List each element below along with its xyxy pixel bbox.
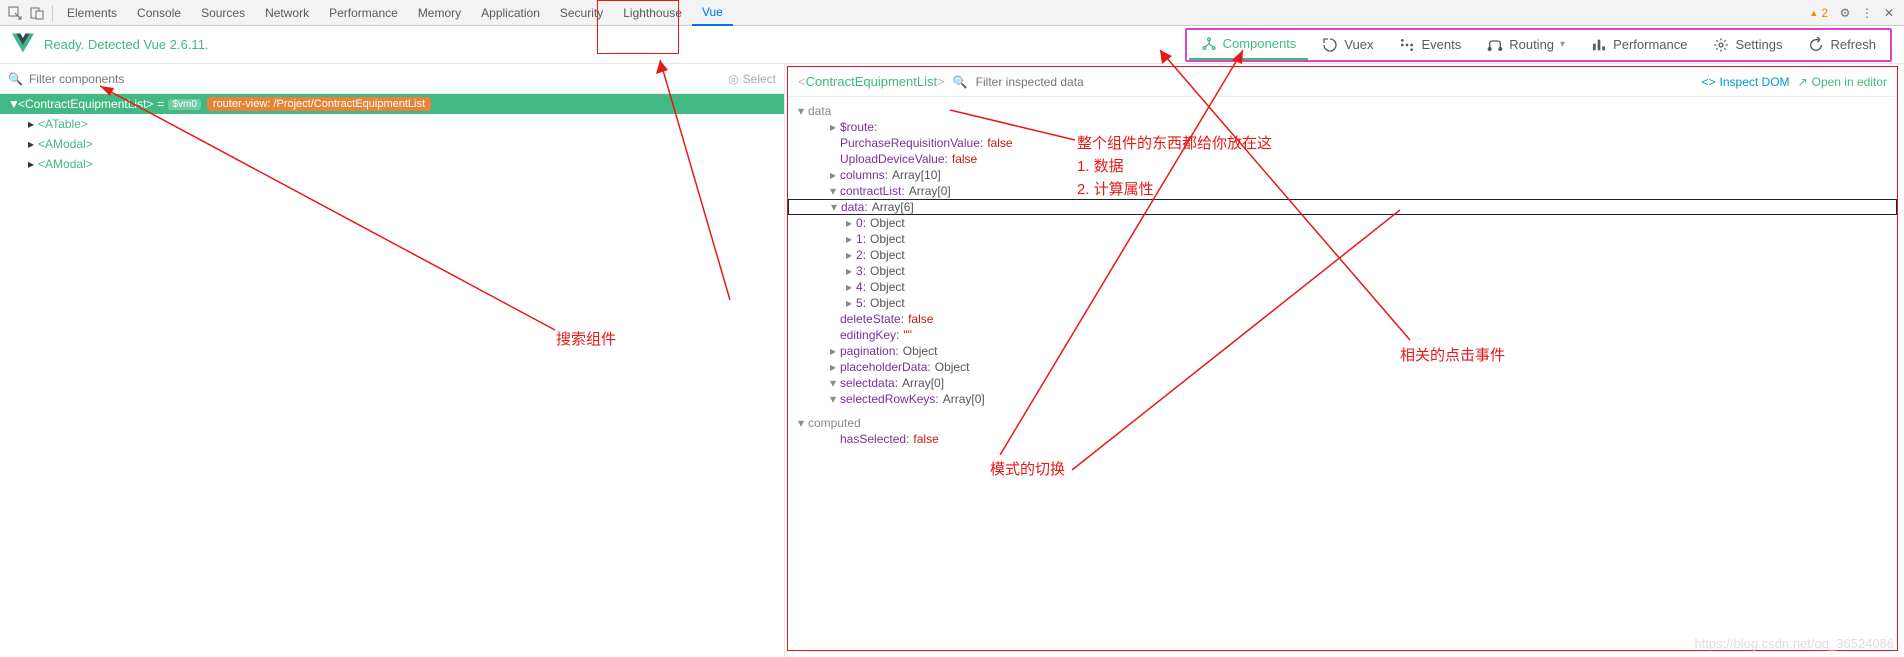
inspector-pane: <ContractEquipmentList> 🔍 <>Inspect DOM … (787, 66, 1898, 651)
data-tree-row[interactable]: ▸4:Object (788, 279, 1897, 295)
caret-right-icon: ▸ (28, 117, 38, 131)
open-editor-button[interactable]: ↗Open in editor (1798, 75, 1887, 89)
vue-mode-switcher: Components Vuex Events Routing▾ Performa… (1185, 28, 1892, 62)
mode-settings[interactable]: Settings (1701, 30, 1794, 60)
computed-section-header[interactable]: ▾computed (788, 415, 1897, 431)
tab-elements[interactable]: Elements (57, 0, 127, 26)
data-tree-row[interactable]: ▸5:Object (788, 295, 1897, 311)
tab-sources[interactable]: Sources (191, 0, 255, 26)
filter-components-row: 🔍 ◎Select (0, 64, 784, 94)
device-toggle-icon[interactable] (26, 2, 48, 24)
data-tree-row[interactable]: ▾contractList:Array[0] (788, 183, 1897, 199)
filter-inspected-input[interactable] (976, 75, 1694, 89)
data-tree-row[interactable]: ▸pagination:Object (788, 343, 1897, 359)
tab-network[interactable]: Network (255, 0, 319, 26)
chevron-down-icon: ▾ (1560, 39, 1565, 50)
data-tree: ▾data ▸$route:PurchaseRequisitionValue:f… (788, 97, 1897, 650)
data-tree-row[interactable]: ▾data:Array[6] (788, 199, 1897, 215)
mode-refresh[interactable]: Refresh (1796, 30, 1888, 60)
watermark: https://blog.csdn.net/qq_36524086 (1695, 636, 1895, 651)
data-tree-row[interactable]: editingKey:"" (788, 327, 1897, 343)
tree-child[interactable]: ▸<AModal> (0, 154, 784, 174)
data-tree-row[interactable]: PurchaseRequisitionValue:false (788, 135, 1897, 151)
tab-security[interactable]: Security (550, 0, 613, 26)
tab-console[interactable]: Console (127, 0, 191, 26)
search-icon: 🔍 (953, 75, 968, 89)
vue-logo-icon (12, 32, 34, 57)
vue-status-text: Ready. Detected Vue 2.6.11. (44, 37, 209, 52)
data-tree-row[interactable]: ▸0:Object (788, 215, 1897, 231)
devtools-tab-strip: Elements Console Sources Network Perform… (0, 0, 1904, 26)
data-tree-row[interactable]: ▾selectdata:Array[0] (788, 375, 1897, 391)
tab-memory[interactable]: Memory (408, 0, 471, 26)
tab-vue[interactable]: Vue (692, 0, 733, 26)
data-tree-row[interactable]: ▸placeholderData:Object (788, 359, 1897, 375)
data-tree-row[interactable]: hasSelected:false (788, 431, 1897, 447)
data-tree-row[interactable]: ▸$route: (788, 119, 1897, 135)
data-section-header[interactable]: ▾data (788, 103, 1897, 119)
tab-performance[interactable]: Performance (319, 0, 408, 26)
tree-root-component[interactable]: ▼ <ContractEquipmentList> = $vm0 router-… (0, 94, 784, 114)
mode-components[interactable]: Components (1189, 30, 1309, 60)
tree-child[interactable]: ▸<ATable> (0, 114, 784, 134)
filter-components-input[interactable] (29, 72, 728, 86)
mode-events[interactable]: Events (1387, 30, 1473, 60)
settings-gear-icon[interactable]: ⚙ (1834, 2, 1856, 24)
component-tree-pane: 🔍 ◎Select ▼ <ContractEquipmentList> = $v… (0, 64, 785, 657)
warnings-badge[interactable]: 2 (1809, 6, 1828, 20)
mode-vuex[interactable]: Vuex (1310, 30, 1385, 60)
data-tree-row[interactable]: UploadDeviceValue:false (788, 151, 1897, 167)
inspect-dom-button[interactable]: <>Inspect DOM (1702, 75, 1790, 89)
data-tree-row[interactable]: ▸1:Object (788, 231, 1897, 247)
target-icon: ◎ (728, 72, 738, 86)
tab-lighthouse[interactable]: Lighthouse (613, 0, 692, 26)
code-icon: <> (1702, 75, 1716, 89)
mode-routing[interactable]: Routing▾ (1475, 30, 1577, 60)
data-tree-row[interactable]: ▾selectedRowKeys:Array[0] (788, 391, 1897, 407)
inspector-header: <ContractEquipmentList> 🔍 <>Inspect DOM … (788, 67, 1897, 97)
inspected-component-name: <ContractEquipmentList> (798, 74, 945, 90)
data-tree-row[interactable]: ▸columns:Array[10] (788, 167, 1897, 183)
inspect-icon[interactable] (4, 2, 26, 24)
caret-down-icon: ▼ (8, 97, 18, 111)
close-icon[interactable]: ✕ (1878, 2, 1900, 24)
search-icon: 🔍 (8, 72, 23, 86)
tab-application[interactable]: Application (471, 0, 550, 26)
more-icon[interactable]: ⋮ (1856, 2, 1878, 24)
vue-header: Ready. Detected Vue 2.6.11. Components V… (0, 26, 1904, 64)
tree-child[interactable]: ▸<AModal> (0, 134, 784, 154)
data-tree-row[interactable]: ▸3:Object (788, 263, 1897, 279)
data-tree-row[interactable]: ▸2:Object (788, 247, 1897, 263)
external-link-icon: ↗ (1798, 75, 1808, 89)
select-component-button[interactable]: ◎Select (728, 72, 776, 86)
data-tree-row[interactable]: deleteState:false (788, 311, 1897, 327)
caret-right-icon: ▸ (28, 137, 38, 151)
mode-performance[interactable]: Performance (1579, 30, 1699, 60)
caret-right-icon: ▸ (28, 157, 38, 171)
